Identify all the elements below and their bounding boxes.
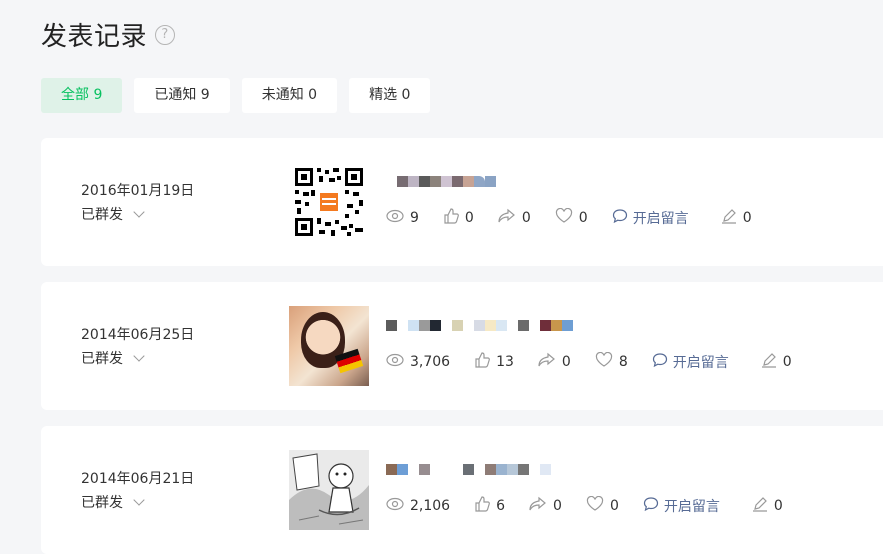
- sketch-cartoon-image[interactable]: [289, 450, 369, 530]
- views-stat: 2,106: [386, 497, 450, 515]
- post-card: 2014年06月25日 已群发 3,706 13 0 8 开启留言 0: [41, 282, 883, 410]
- post-date: 2016年01月19日: [81, 183, 195, 199]
- post-stats: 3,706 13 0 8 开启留言 0: [386, 351, 816, 372]
- tab-not-notified[interactable]: 未通知 0: [241, 78, 338, 113]
- filter-tabs: 全部 9 已通知 9 未通知 0 精选 0: [41, 78, 431, 113]
- shares-count: 0: [521, 210, 531, 226]
- pencil-icon: [761, 352, 777, 372]
- edit-count: 0: [742, 210, 752, 226]
- likes-stat: 13: [474, 352, 514, 372]
- question-circle-icon[interactable]: ?: [155, 24, 176, 45]
- chevron-down-icon: [133, 349, 145, 362]
- tab-notified[interactable]: 已通知 9: [134, 78, 230, 113]
- eye-icon: [386, 353, 404, 371]
- views-stat: 9: [386, 209, 419, 227]
- edit-count: 0: [782, 354, 792, 370]
- post-card: 2014年06月21日 已群发 2,106 6 0 0 开启留言 0: [41, 426, 883, 554]
- share-arrow-icon: [538, 352, 556, 372]
- enable-comments-label: 开启留言: [663, 499, 720, 515]
- post-stats: 9 0 0 0 开启留言 0: [386, 207, 776, 228]
- share-arrow-icon: [529, 496, 547, 516]
- post-title-blurred[interactable]: [386, 464, 586, 475]
- heart-icon: [595, 351, 613, 372]
- thumbs-up-icon: [474, 352, 490, 372]
- likes-count: 0: [464, 210, 474, 226]
- edit-count: 0: [773, 498, 783, 514]
- enable-comments-button[interactable]: 开启留言: [652, 352, 729, 372]
- post-status-label: 已群发: [81, 351, 123, 367]
- shares-stat: 0: [538, 352, 571, 372]
- likes-count: 13: [496, 354, 514, 370]
- post-status[interactable]: 已群发: [81, 204, 145, 224]
- post-status-label: 已群发: [81, 495, 123, 511]
- likes-count: 6: [496, 498, 506, 514]
- post-stats: 2,106 6 0 0 开启留言 0: [386, 495, 807, 516]
- post-status-label: 已群发: [81, 207, 123, 223]
- likes-stat: 0: [443, 208, 474, 228]
- post-date: 2014年06月21日: [81, 471, 195, 487]
- shares-stat: 0: [498, 208, 531, 228]
- edit-stat[interactable]: 0: [752, 496, 783, 516]
- post-card: 2016年01月19日 已群发 9 0 0 0 开启留言 0: [41, 138, 883, 266]
- views-count: 3,706: [410, 354, 451, 370]
- pencil-icon: [721, 208, 737, 228]
- page-title: 发表记录 ?: [41, 16, 176, 53]
- qr-code-image[interactable]: [289, 162, 369, 242]
- eye-icon: [386, 209, 404, 227]
- heart-icon: [555, 207, 573, 228]
- enable-comments-button[interactable]: 开启留言: [612, 208, 689, 228]
- photo-girl-image[interactable]: [289, 306, 369, 386]
- favorites-count: 8: [618, 354, 628, 370]
- views-count: 2,106: [410, 498, 451, 514]
- enable-comments-label: 开启留言: [672, 355, 729, 371]
- favorites-count: 0: [609, 498, 619, 514]
- eye-icon: [386, 497, 404, 515]
- shares-count: 0: [561, 354, 571, 370]
- comment-bubble-icon: [652, 352, 668, 372]
- chevron-down-icon: [133, 493, 145, 506]
- shares-stat: 0: [529, 496, 562, 516]
- views-stat: 3,706: [386, 353, 450, 371]
- tab-featured[interactable]: 精选 0: [349, 78, 431, 113]
- edit-stat[interactable]: 0: [761, 352, 792, 372]
- comment-bubble-icon: [612, 208, 628, 228]
- post-date: 2014年06月25日: [81, 327, 195, 343]
- post-title-blurred[interactable]: [386, 176, 586, 187]
- views-count: 9: [410, 210, 419, 226]
- qr-code-graphic: [295, 168, 363, 236]
- favorites-stat: 0: [555, 207, 588, 228]
- sketch-graphic: [289, 450, 369, 530]
- share-arrow-icon: [498, 208, 516, 228]
- chevron-down-icon: [133, 205, 145, 218]
- favorites-count: 0: [578, 210, 588, 226]
- favorites-stat: 0: [586, 495, 619, 516]
- pencil-icon: [752, 496, 768, 516]
- shares-count: 0: [553, 498, 562, 514]
- comment-bubble-icon: [643, 496, 659, 516]
- likes-stat: 6: [474, 496, 505, 516]
- post-title-blurred[interactable]: [386, 320, 586, 331]
- thumbs-up-icon: [443, 208, 459, 228]
- post-status[interactable]: 已群发: [81, 348, 145, 368]
- page-title-text: 发表记录: [41, 22, 148, 52]
- favorites-stat: 8: [595, 351, 628, 372]
- heart-icon: [586, 495, 604, 516]
- post-status[interactable]: 已群发: [81, 492, 145, 512]
- enable-comments-label: 开启留言: [632, 211, 689, 227]
- thumbs-up-icon: [474, 496, 490, 516]
- edit-stat[interactable]: 0: [721, 208, 752, 228]
- enable-comments-button[interactable]: 开启留言: [643, 496, 720, 516]
- tab-all[interactable]: 全部 9: [41, 78, 123, 113]
